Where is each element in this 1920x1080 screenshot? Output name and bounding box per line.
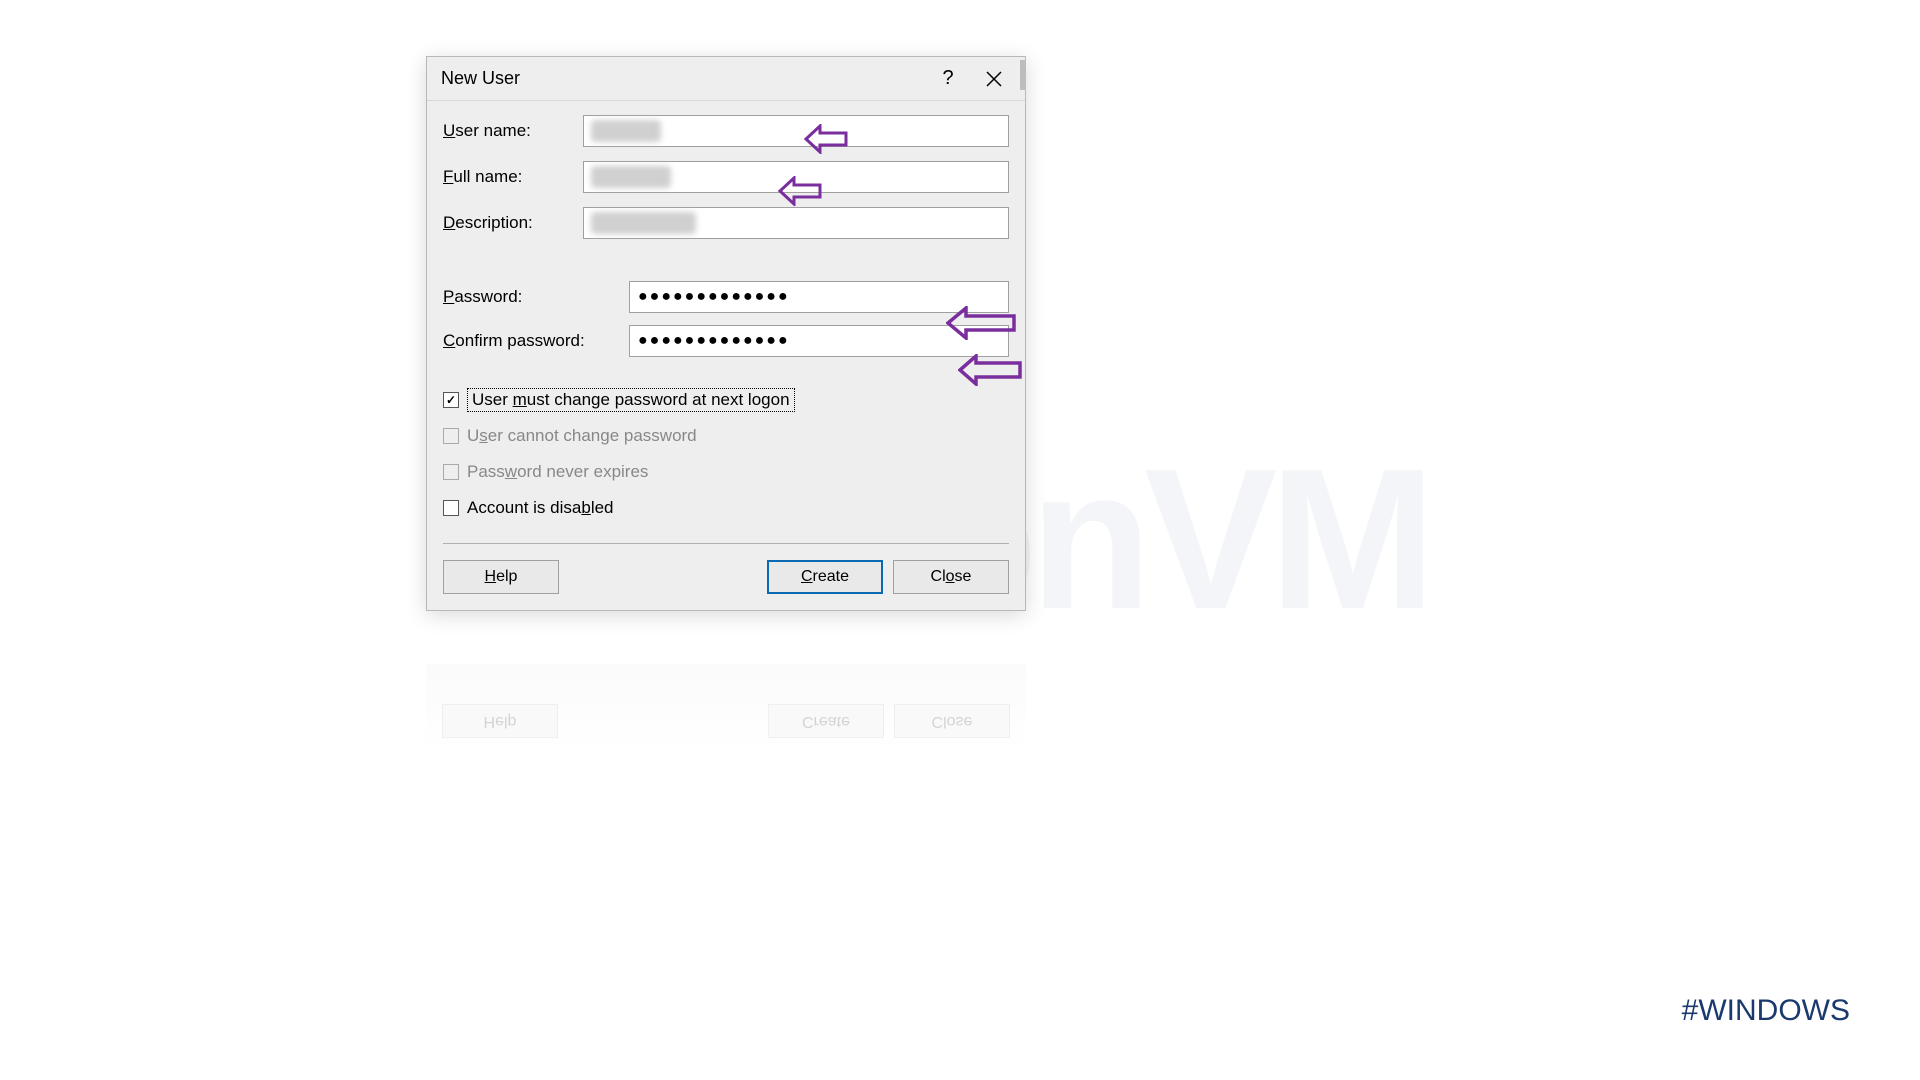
hashtag-label: #WINDOWS xyxy=(1682,994,1850,1028)
account-disabled-label: Account is disabled xyxy=(467,498,614,518)
cannot-change-row: User cannot change password xyxy=(443,423,1009,449)
password-row: Password: ●●●●●●●●●●●●● xyxy=(443,281,1009,313)
create-button[interactable]: Create xyxy=(767,560,883,594)
help-button-reflection: Help xyxy=(442,704,558,738)
password-label: Password: xyxy=(443,287,629,307)
button-row: Help Create Close xyxy=(443,560,1009,594)
confirm-password-input[interactable]: ●●●●●●●●●●●●● xyxy=(629,325,1009,357)
scrollbar-stub xyxy=(1020,60,1026,90)
account-disabled-checkbox[interactable] xyxy=(443,500,459,516)
close-button-reflection: Close xyxy=(894,704,1010,738)
must-change-checkbox[interactable] xyxy=(443,392,459,408)
divider xyxy=(443,543,1009,544)
description-row: Description: xyxy=(443,207,1009,239)
must-change-label: User must change password at next logon xyxy=(467,388,795,412)
username-row: User name: xyxy=(443,115,1009,147)
username-blurred-value xyxy=(591,120,661,142)
never-expires-row: Password never expires xyxy=(443,459,1009,485)
fullname-blurred-value xyxy=(591,166,671,188)
description-blurred-value xyxy=(591,212,696,234)
confirm-password-label: Confirm password: xyxy=(443,331,629,351)
fullname-label: Full name: xyxy=(443,167,583,187)
description-label: Description: xyxy=(443,213,583,233)
close-button[interactable]: Close xyxy=(893,560,1009,594)
username-label: User name: xyxy=(443,121,583,141)
password-input[interactable]: ●●●●●●●●●●●●● xyxy=(629,281,1009,313)
new-user-dialog: New User ? User name: Full name: Descrip… xyxy=(426,56,1026,611)
cannot-change-checkbox xyxy=(443,428,459,444)
never-expires-checkbox xyxy=(443,464,459,480)
titlebar: New User ? xyxy=(427,57,1025,101)
fullname-row: Full name: xyxy=(443,161,1009,193)
dialog-title: New User xyxy=(441,68,925,89)
never-expires-label: Password never expires xyxy=(467,462,648,482)
create-button-reflection: Create xyxy=(768,704,884,738)
dialog-body: User name: Full name: Description: Passw… xyxy=(427,101,1025,610)
confirm-password-row: Confirm password: ●●●●●●●●●●●●● xyxy=(443,325,1009,357)
help-button[interactable]: Help xyxy=(443,560,559,594)
reflection: Help Create Close xyxy=(426,664,1026,754)
must-change-row[interactable]: User must change password at next logon xyxy=(443,387,1009,413)
cannot-change-label: User cannot change password xyxy=(467,426,697,446)
close-icon[interactable] xyxy=(971,60,1017,98)
help-icon[interactable]: ? xyxy=(925,60,971,98)
account-disabled-row[interactable]: Account is disabled xyxy=(443,495,1009,521)
